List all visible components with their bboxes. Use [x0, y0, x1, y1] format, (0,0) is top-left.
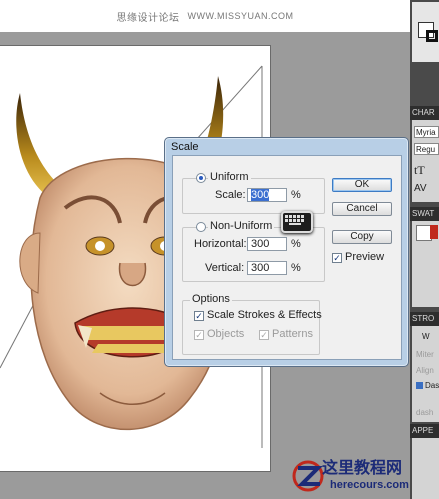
dash-label: dash	[416, 408, 434, 417]
dashed-line-checkbox[interactable]	[416, 382, 423, 389]
character-panel-tab[interactable]: CHAR	[410, 106, 439, 120]
horizontal-percent-unit: %	[291, 238, 301, 250]
left-ear	[19, 232, 41, 294]
stroke-align-label: Align	[416, 366, 434, 375]
vertical-label: Vertical:	[205, 262, 245, 274]
font-style-field[interactable]: Regu	[414, 143, 439, 155]
dialog-title: Scale	[171, 141, 199, 153]
preview-label: Preview	[345, 251, 385, 263]
lower-teeth	[92, 344, 175, 353]
non-uniform-radio[interactable]	[196, 222, 206, 232]
scale-input[interactable]: 300	[247, 188, 287, 202]
objects-checkbox[interactable]: ✓	[194, 330, 204, 340]
vertical-input[interactable]: 300	[247, 261, 287, 275]
stroke-panel: W Miter Align Das dash	[412, 326, 439, 422]
ok-button[interactable]: OK	[332, 178, 392, 192]
font-family-field[interactable]: Myria	[414, 126, 439, 138]
cancel-button[interactable]: Cancel	[332, 202, 392, 216]
watermark-banner: 思缘设计论坛 WWW.MISSYUAN.COM	[0, 0, 410, 32]
horizontal-label: Horizontal:	[194, 238, 247, 250]
preview-checkbox[interactable]: ✓	[332, 253, 342, 263]
logo-url: herecours.com	[330, 479, 409, 491]
swatches-panel-tab[interactable]: SWAT	[410, 207, 439, 221]
patterns-label: Patterns	[272, 328, 313, 340]
dashed-line-label: Das	[425, 381, 439, 390]
watermark-url: WWW.MISSYUAN.COM	[187, 11, 294, 21]
tracking-icon: AV	[414, 183, 427, 194]
keyboard-icon	[281, 211, 313, 233]
font-size-icon: tT	[414, 163, 425, 177]
watermark-text: 思缘设计论坛	[116, 12, 180, 24]
scale-label: Scale:	[215, 189, 246, 201]
color-panel[interactable]	[412, 2, 439, 62]
scale-strokes-checkbox[interactable]: ✓	[194, 311, 204, 321]
copy-button[interactable]: Copy	[332, 230, 392, 244]
options-label: Options	[190, 293, 232, 305]
vertical-percent-unit: %	[291, 262, 301, 274]
patterns-checkbox[interactable]: ✓	[259, 330, 269, 340]
swatch-red[interactable]	[430, 225, 438, 239]
left-pupil	[95, 241, 105, 251]
non-uniform-label: Non-Uniform	[208, 220, 275, 232]
swatches-panel	[412, 221, 439, 307]
scale-strokes-label: Scale Strokes & Effects	[207, 309, 322, 321]
horizontal-input[interactable]: 300	[247, 237, 287, 251]
objects-label: Objects	[207, 328, 245, 340]
stroke-panel-tab[interactable]: STRO	[410, 312, 439, 326]
appearance-panel-tab[interactable]: APPE	[410, 424, 439, 438]
uniform-radio[interactable]	[196, 173, 206, 183]
logo-name: 这里教程网	[322, 458, 403, 477]
nose	[118, 262, 147, 287]
right-panels-strip: CHAR Myria Regu tT AV SWAT STRO W Miter …	[410, 0, 439, 499]
scale-percent-unit: %	[291, 189, 301, 201]
dialog-body: Uniform Scale: 300 % Non-Uniform Horizon…	[172, 155, 402, 360]
scale-dialog: Scale Uniform Scale: 300 % Non-Uniform H…	[164, 137, 409, 367]
stroke-weight-label: W	[422, 332, 430, 341]
stroke-swatch[interactable]	[426, 30, 438, 42]
stroke-miter-label: Miter	[416, 350, 434, 359]
logo-z-icon	[292, 460, 324, 492]
uniform-label: Uniform	[208, 171, 251, 183]
